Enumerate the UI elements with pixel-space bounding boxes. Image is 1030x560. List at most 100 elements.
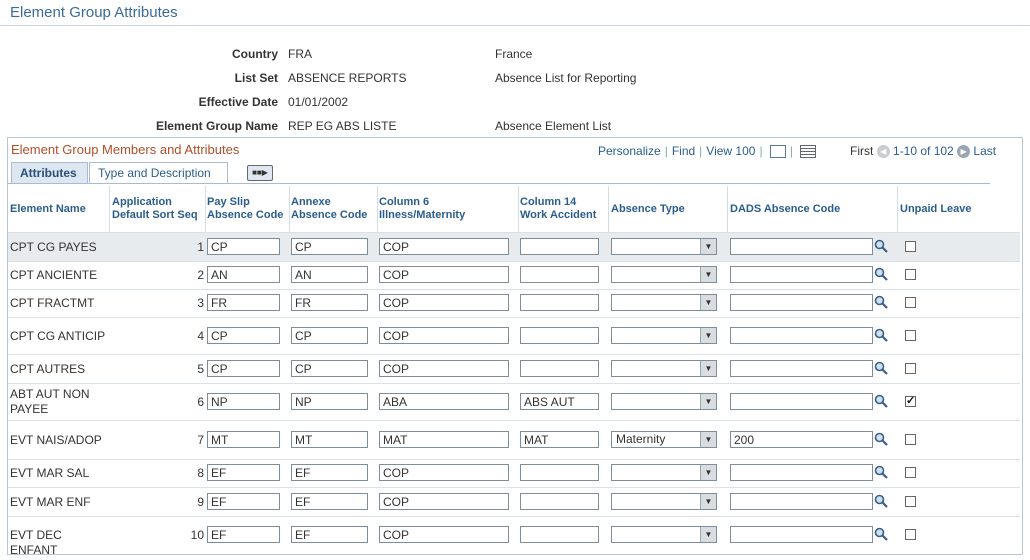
column14-input[interactable] <box>520 360 599 377</box>
lookup-icon[interactable] <box>874 494 888 508</box>
column6-input[interactable]: COP <box>379 464 509 481</box>
absence-type-select[interactable]: ▼ <box>611 266 717 283</box>
absence-type-select[interactable]: ▼ <box>611 360 717 377</box>
annexe-code-input[interactable]: EF <box>291 493 368 510</box>
absence-type-select[interactable]: ▼ <box>611 393 717 410</box>
column6-input[interactable]: COP <box>379 327 509 344</box>
dropdown-arrow-icon[interactable]: ▼ <box>700 361 716 376</box>
view-all-link[interactable]: View 100 <box>706 144 755 158</box>
show-all-columns-icon[interactable]: ■■▶ <box>247 165 273 181</box>
annexe-code-input[interactable]: EF <box>291 464 368 481</box>
last-link[interactable]: Last <box>973 144 996 158</box>
dropdown-arrow-icon[interactable]: ▼ <box>700 494 716 509</box>
dropdown-arrow-icon[interactable]: ▼ <box>700 432 716 447</box>
column6-input[interactable]: COP <box>379 294 509 311</box>
annexe-code-input[interactable]: CP <box>291 238 368 255</box>
unpaid-leave-checkbox[interactable] <box>905 241 916 252</box>
dads-code-input[interactable] <box>730 493 873 510</box>
dropdown-arrow-icon[interactable]: ▼ <box>700 394 716 409</box>
column14-input[interactable] <box>520 294 599 311</box>
dads-code-input[interactable] <box>730 327 873 344</box>
column6-input[interactable]: COP <box>379 493 509 510</box>
column6-input[interactable]: COP <box>379 238 509 255</box>
absence-type-select[interactable]: ▼ <box>611 327 717 344</box>
column6-input[interactable]: COP <box>379 266 509 283</box>
unpaid-leave-checkbox[interactable] <box>905 467 916 478</box>
unpaid-leave-checkbox[interactable] <box>905 297 916 308</box>
lookup-icon[interactable] <box>874 465 888 479</box>
unpaid-leave-checkbox[interactable]: ✓ <box>905 396 916 407</box>
dads-code-input[interactable] <box>730 294 873 311</box>
annexe-code-input[interactable]: NP <box>291 393 368 410</box>
column14-input[interactable] <box>520 526 599 543</box>
personalize-link[interactable]: Personalize <box>598 144 661 158</box>
dads-code-input[interactable] <box>730 464 873 481</box>
first-label[interactable]: First <box>850 144 873 158</box>
payslip-code-input[interactable]: CP <box>207 360 280 377</box>
tab-type-and-description[interactable]: Type and Description <box>89 162 228 184</box>
column14-input[interactable] <box>520 493 599 510</box>
dropdown-arrow-icon[interactable]: ▼ <box>700 295 716 310</box>
payslip-code-input[interactable]: CP <box>207 238 280 255</box>
annexe-code-input[interactable]: FR <box>291 294 368 311</box>
lookup-icon[interactable] <box>874 239 888 253</box>
unpaid-leave-checkbox[interactable] <box>905 529 916 540</box>
dads-code-input[interactable] <box>730 266 873 283</box>
lookup-icon[interactable] <box>874 432 888 446</box>
lookup-icon[interactable] <box>874 267 888 281</box>
column14-input[interactable] <box>520 238 599 255</box>
new-window-icon[interactable] <box>769 145 786 159</box>
annexe-code-input[interactable]: CP <box>291 360 368 377</box>
unpaid-leave-checkbox[interactable] <box>905 496 916 507</box>
absence-type-select[interactable]: Maternity ▼ <box>611 431 717 448</box>
column6-input[interactable]: COP <box>379 360 509 377</box>
lookup-icon[interactable] <box>874 527 888 541</box>
dropdown-arrow-icon[interactable]: ▼ <box>700 527 716 542</box>
dropdown-arrow-icon[interactable]: ▼ <box>700 239 716 254</box>
lookup-icon[interactable] <box>874 295 888 309</box>
dads-code-input[interactable] <box>730 393 873 410</box>
absence-type-select[interactable]: ▼ <box>611 526 717 543</box>
unpaid-leave-checkbox[interactable] <box>905 269 916 280</box>
dads-code-input[interactable] <box>730 526 873 543</box>
absence-type-select[interactable]: ▼ <box>611 294 717 311</box>
dropdown-arrow-icon[interactable]: ▼ <box>700 328 716 343</box>
column14-input[interactable]: MAT <box>520 431 599 448</box>
next-arrow-icon[interactable]: ▶ <box>957 145 971 159</box>
dropdown-arrow-icon[interactable]: ▼ <box>700 465 716 480</box>
absence-type-select[interactable]: ▼ <box>611 238 717 255</box>
column14-input[interactable] <box>520 327 599 344</box>
annexe-code-input[interactable]: EF <box>291 526 368 543</box>
dads-code-input[interactable] <box>730 360 873 377</box>
column6-input[interactable]: COP <box>379 526 509 543</box>
payslip-code-input[interactable]: EF <box>207 493 280 510</box>
unpaid-leave-checkbox[interactable] <box>905 363 916 374</box>
lookup-icon[interactable] <box>874 361 888 375</box>
payslip-code-input[interactable]: CP <box>207 327 280 344</box>
download-grid-icon[interactable] <box>800 145 817 159</box>
find-link[interactable]: Find <box>672 144 695 158</box>
column6-input[interactable]: MAT <box>379 431 509 448</box>
payslip-code-input[interactable]: EF <box>207 526 280 543</box>
absence-type-select[interactable]: ▼ <box>611 493 717 510</box>
payslip-code-input[interactable]: MT <box>207 431 280 448</box>
tab-attributes[interactable]: Attributes <box>11 162 88 184</box>
payslip-code-input[interactable]: FR <box>207 294 280 311</box>
payslip-code-input[interactable]: EF <box>207 464 280 481</box>
annexe-code-input[interactable]: CP <box>291 327 368 344</box>
unpaid-leave-checkbox[interactable] <box>905 434 916 445</box>
previous-arrow-icon[interactable]: ◀ <box>876 145 890 159</box>
unpaid-leave-checkbox[interactable] <box>905 330 916 341</box>
payslip-code-input[interactable]: NP <box>207 393 280 410</box>
lookup-icon[interactable] <box>874 328 888 342</box>
payslip-code-input[interactable]: AN <box>207 266 280 283</box>
dads-code-input[interactable]: 200 <box>730 431 873 448</box>
lookup-icon[interactable] <box>874 394 888 408</box>
dads-code-input[interactable] <box>730 238 873 255</box>
column14-input[interactable] <box>520 464 599 481</box>
column14-input[interactable] <box>520 266 599 283</box>
column6-input[interactable]: ABA <box>379 393 509 410</box>
annexe-code-input[interactable]: MT <box>291 431 368 448</box>
dropdown-arrow-icon[interactable]: ▼ <box>700 267 716 282</box>
absence-type-select[interactable]: ▼ <box>611 464 717 481</box>
